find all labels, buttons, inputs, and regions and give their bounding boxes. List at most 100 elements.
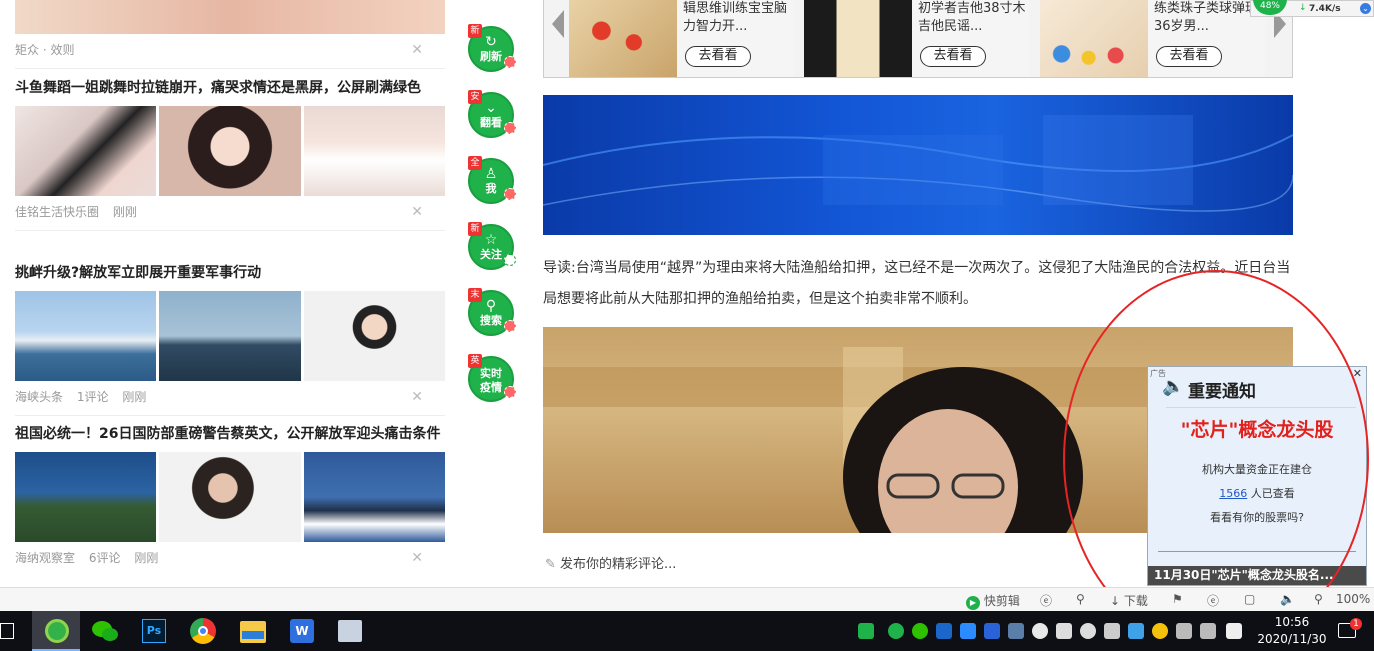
kuaijianji-label: 快剪辑: [983, 594, 1020, 608]
tray-icon[interactable]: [1008, 623, 1024, 639]
file-explorer-icon[interactable]: [240, 621, 266, 643]
tray-icon[interactable]: [888, 623, 904, 639]
close-icon[interactable]: ✕: [411, 548, 423, 568]
product-image[interactable]: [1040, 0, 1148, 77]
tray-icon[interactable]: [1152, 623, 1168, 639]
news-card[interactable]: 祖国必统一！26日国防部重磅警告蔡英文，公开解放军迎头痛击条件 海纳观察室 6评…: [15, 422, 445, 568]
tray-icon[interactable]: [1080, 623, 1096, 639]
ad-text: 看看有你的股票吗?: [1210, 511, 1304, 524]
product-card[interactable]: 辑思维训练宝宝脑力智力开... 去看看: [569, 0, 794, 77]
tray-icon[interactable]: [1128, 623, 1144, 639]
view-product-button[interactable]: 去看看: [685, 46, 751, 67]
news-thumbnail[interactable]: [303, 291, 445, 381]
browse-button[interactable]: 安 ⌄ 翻看: [468, 90, 516, 138]
decoration-dot: [504, 122, 516, 134]
download-button[interactable]: ↓ 下载: [1110, 592, 1148, 609]
news-card[interactable]: 矩众 · 效则 ✕: [15, 0, 445, 69]
arrow-left-icon[interactable]: [552, 10, 564, 38]
download-arrow-icon: ↓: [1299, 3, 1307, 13]
me-button[interactable]: 全 ♙ 我: [468, 156, 516, 204]
news-time: 刚刚: [122, 390, 147, 404]
taskbar: Ps W 10:56 2020/11/30 1: [0, 611, 1374, 651]
zoom-level[interactable]: 100%: [1336, 592, 1370, 606]
chrome-icon[interactable]: [190, 618, 216, 644]
pin-icon[interactable]: ⚲: [1076, 592, 1085, 606]
refresh-button[interactable]: 新 ↻ 刷新: [468, 24, 516, 72]
ie-icon[interactable]: ⓔ: [1040, 592, 1052, 609]
zoom-icon[interactable]: ⚲: [1314, 592, 1323, 606]
task-view-icon[interactable]: [0, 623, 14, 639]
news-title[interactable]: 斗鱼舞蹈一姐跳舞时拉链崩开，痛哭求情还是黑屏，公屏刷满绿色: [15, 76, 445, 100]
comment-input[interactable]: ✎ 发布你的精彩评论...: [545, 553, 676, 572]
tray-icon[interactable]: [1056, 623, 1072, 639]
news-card[interactable]: 斗鱼舞蹈一姐跳舞时拉链崩开，痛哭求情还是黑屏，公屏刷满绿色 佳铭生活快乐圈 刚刚…: [15, 76, 445, 231]
flag-icon[interactable]: ⚑: [1172, 592, 1183, 606]
news-thumbnail[interactable]: [15, 0, 445, 34]
window-icon[interactable]: ▢: [1244, 592, 1255, 606]
dropdown-icon[interactable]: ⌄: [1360, 3, 1371, 14]
product-image[interactable]: [804, 0, 912, 77]
decoration-dot: [504, 188, 516, 200]
taskbar-app-360browser[interactable]: [32, 611, 80, 651]
app-icon[interactable]: W: [290, 619, 314, 643]
follow-button[interactable]: 新 ☆ 关注: [468, 222, 516, 270]
wechat-icon[interactable]: [90, 616, 120, 646]
close-icon[interactable]: ✕: [411, 40, 423, 60]
ad-header: 广告 🔈 重要通知 ✕: [1148, 367, 1366, 407]
button-tag: 新: [468, 24, 482, 38]
news-thumbnail[interactable]: [15, 452, 157, 542]
clock[interactable]: 10:56 2020/11/30: [1252, 614, 1332, 648]
photoshop-icon[interactable]: Ps: [142, 619, 166, 643]
volume-icon[interactable]: [1200, 623, 1216, 639]
product-card[interactable]: 初学者吉他38寸木吉他民谣... 去看看: [804, 0, 1029, 77]
tray-icon[interactable]: [858, 623, 874, 639]
ime-icon[interactable]: [1226, 623, 1242, 639]
ad-headline[interactable]: "芯片"概念龙头股: [1148, 415, 1366, 442]
product-title[interactable]: 辑思维训练宝宝脑力智力开...: [683, 0, 791, 36]
product-card[interactable]: 练类珠子类球弹珠36岁男... 去看看: [1040, 0, 1265, 77]
product-title[interactable]: 练类珠子类球弹珠36岁男...: [1154, 0, 1262, 36]
news-thumbnail[interactable]: [15, 106, 157, 196]
news-title[interactable]: 祖国必统一！26日国防部重磅警告蔡英文，公开解放军迎头痛击条件: [15, 422, 445, 446]
news-thumbnail[interactable]: [303, 452, 445, 542]
epidemic-button[interactable]: 英 实时疫情: [468, 354, 516, 402]
net-speed-widget: 48% ↓ 7.4K/s ⌄: [1250, 0, 1374, 17]
download-label: 下载: [1123, 594, 1148, 608]
tray-icon[interactable]: [1104, 623, 1120, 639]
news-time: 刚刚: [134, 551, 159, 565]
news-title[interactable]: 挑衅升级?解放军立即展开重要军事行动: [15, 261, 445, 285]
close-icon[interactable]: ✕: [411, 387, 423, 407]
news-thumbnail[interactable]: [159, 291, 301, 381]
news-thumbnail[interactable]: [303, 106, 445, 196]
network-icon[interactable]: [1176, 623, 1192, 639]
ad-bottom-link[interactable]: 11月30日"芯片"概念龙头股名...: [1148, 566, 1366, 585]
product-image[interactable]: [569, 0, 677, 77]
news-source: 海峡头条: [15, 390, 64, 404]
close-icon[interactable]: ✕: [411, 202, 423, 222]
news-card[interactable]: 挑衅升级?解放军立即展开重要军事行动 海峡头条 1评论 刚刚 ✕: [15, 261, 445, 416]
decoration-dot: [504, 386, 516, 398]
kuaijianji-button[interactable]: ▶ 快剪辑: [966, 592, 1020, 610]
tray-icon[interactable]: [936, 623, 952, 639]
banner-graphic: [543, 115, 1293, 212]
tray-icon[interactable]: [984, 623, 1000, 639]
tray-icon[interactable]: [912, 623, 928, 639]
view-product-button[interactable]: 去看看: [1156, 46, 1222, 67]
news-thumbnail[interactable]: [159, 106, 301, 196]
volume-icon[interactable]: 🔈: [1280, 592, 1295, 606]
search-button[interactable]: 末 ⚲ 搜索: [468, 288, 516, 336]
news-thumbnail[interactable]: [15, 291, 157, 381]
popup-ad[interactable]: 广告 🔈 重要通知 ✕ "芯片"概念龙头股 机构大量资金正在建仓 1566 人已…: [1147, 366, 1367, 586]
close-icon[interactable]: ✕: [1353, 367, 1362, 380]
tray-icon[interactable]: [1032, 623, 1048, 639]
news-thumbnail[interactable]: [159, 452, 301, 542]
button-label: 实时疫情: [480, 367, 502, 394]
ad-text: 机构大量资金正在建仓: [1202, 463, 1312, 476]
news-time: 刚刚: [112, 205, 137, 219]
product-title[interactable]: 初学者吉他38寸木吉他民谣...: [918, 0, 1026, 36]
browser-icon[interactable]: ⓔ: [1207, 592, 1219, 609]
tray-icon[interactable]: [960, 623, 976, 639]
clock-date: 2020/11/30: [1257, 632, 1327, 646]
view-product-button[interactable]: 去看看: [920, 46, 986, 67]
screenshot-tool-icon[interactable]: [338, 620, 362, 642]
